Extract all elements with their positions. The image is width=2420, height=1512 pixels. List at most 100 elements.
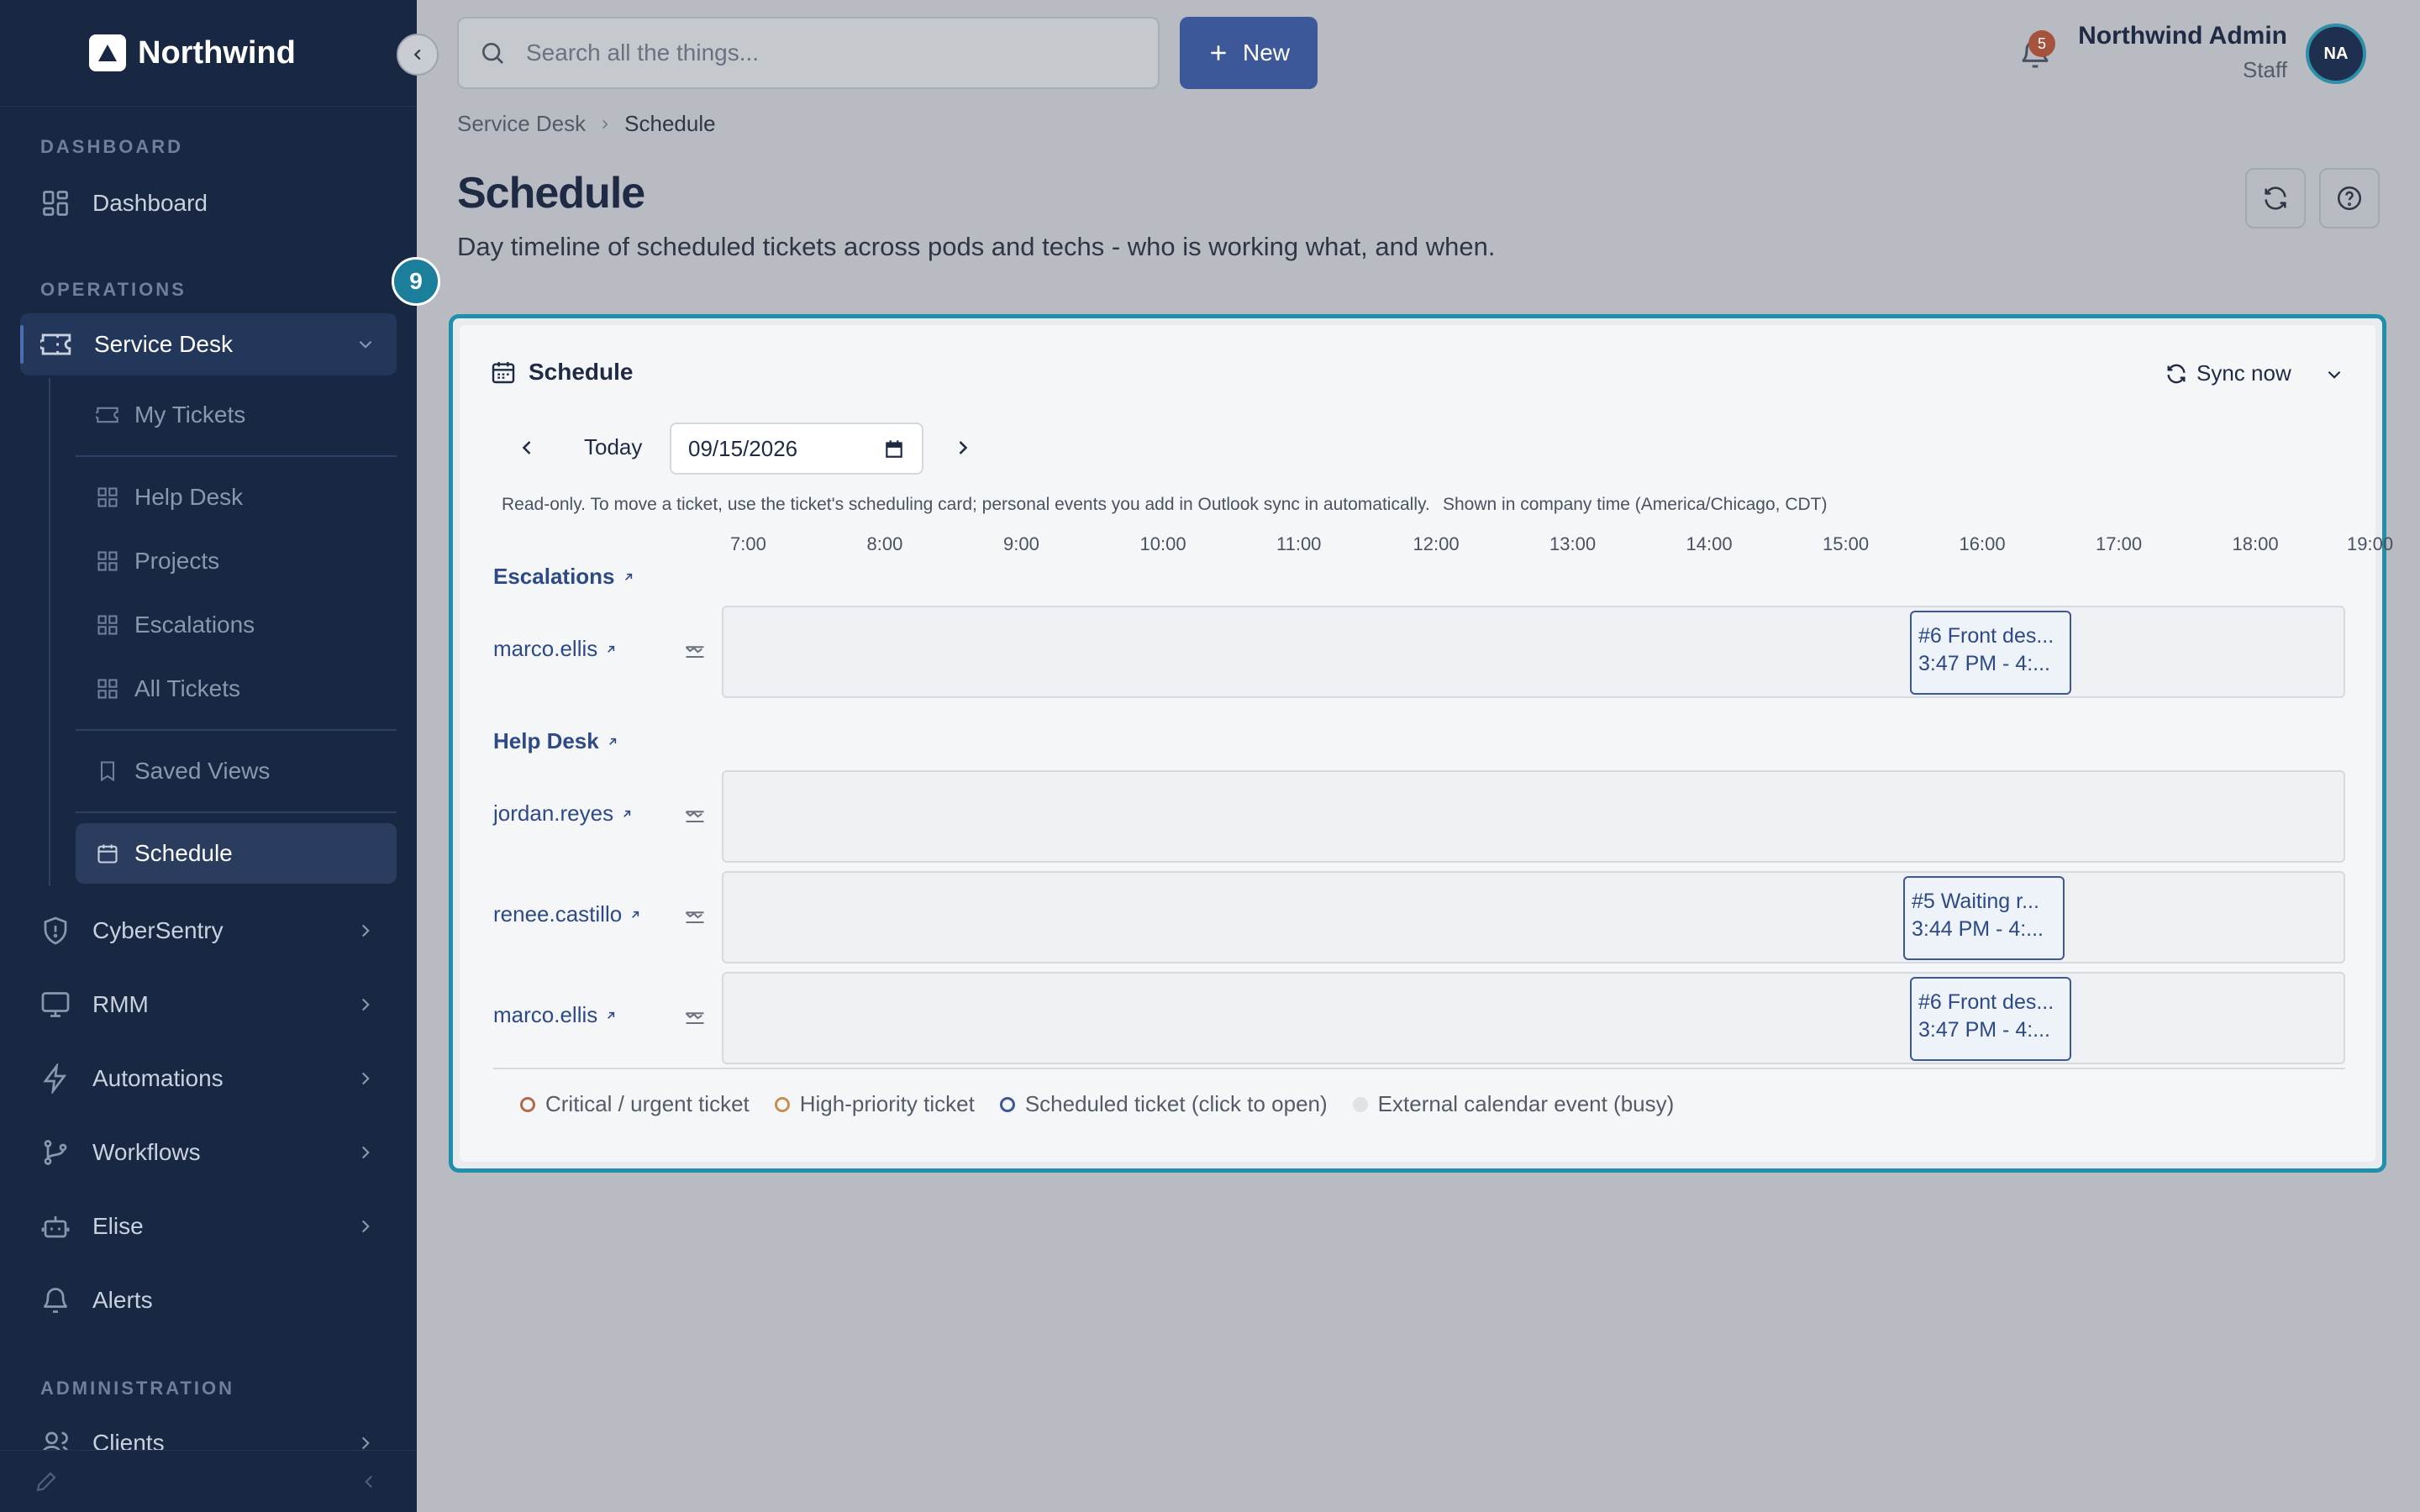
lightning-icon [43, 1063, 67, 1094]
plus-icon [1211, 45, 1226, 60]
section-label-operations: OPERATIONS [40, 279, 187, 300]
submenu-guide-line [49, 378, 50, 886]
global-search[interactable] [457, 17, 1160, 89]
shield-icon [44, 916, 67, 945]
availability-icon[interactable] [683, 804, 707, 827]
timeline-lane: #6 Front des... 3:47 PM - 4:... [722, 606, 2345, 698]
grid-icon [97, 551, 118, 571]
submenu-divider [76, 729, 397, 731]
availability-icon[interactable] [683, 639, 707, 663]
sidebar-item-label: Elise [92, 1213, 144, 1239]
collapse-card-chevron-icon[interactable] [2323, 364, 2345, 386]
sidebar-item-automations[interactable]: Automations [20, 1047, 397, 1110]
tech-label-marco-ellis[interactable]: marco.ellis [493, 636, 618, 662]
brand[interactable]: Northwind [89, 30, 296, 76]
pencil-icon[interactable] [34, 1469, 59, 1494]
ticket-icon [40, 333, 71, 355]
critical-dot-icon [520, 1096, 535, 1112]
calendar-icon [492, 362, 515, 384]
tech-name: jordan.reyes [493, 801, 614, 826]
schedule-card: Schedule Sync now Today 09/15/2026 Read-… [449, 314, 2393, 1173]
calendar-picker-icon[interactable] [883, 438, 905, 459]
sidebar-item-alerts[interactable]: Alerts [20, 1269, 397, 1331]
chevron-right-icon [361, 1220, 370, 1233]
scheduled-ticket-event[interactable]: #6 Front des... 3:47 PM - 4:... [1910, 977, 2071, 1061]
hour-tick-label: 16:00 [1959, 533, 2006, 554]
availability-icon[interactable] [683, 905, 707, 928]
legend-label: Scheduled ticket (click to open) [1024, 1091, 1328, 1116]
hour-tick-label: 11:00 [1276, 533, 1322, 554]
event-time: 3:47 PM - 4:... [1918, 652, 2051, 675]
timeline-lane: #6 Front des... 3:47 PM - 4:... [722, 972, 2345, 1064]
tech-label-renee-castillo[interactable]: renee.castillo [493, 901, 642, 927]
sidebar-item-label: Dashboard [92, 190, 208, 216]
tech-label-marco-ellis[interactable]: marco.ellis [493, 1002, 618, 1028]
sidebar-item-dashboard[interactable]: Dashboard [20, 172, 397, 234]
sidebar-subitem-my-tickets[interactable]: My Tickets [76, 385, 397, 445]
sidebar-item-cybersentry[interactable]: CyberSentry [20, 900, 397, 962]
availability-icon[interactable] [683, 1005, 707, 1029]
grid-icon [97, 679, 118, 699]
tech-label-jordan-reyes[interactable]: jordan.reyes [493, 801, 634, 827]
subitem-label: Escalations [134, 612, 255, 638]
tech-name: marco.ellis [493, 1002, 598, 1027]
timeline-lane: #5 Waiting r... 3:44 PM - 4:... [722, 871, 2345, 963]
today-button[interactable]: Today [584, 434, 642, 460]
schedule-card-body: Schedule Sync now Today 09/15/2026 Read-… [460, 325, 2393, 1162]
hour-tick-label: 14:00 [1686, 533, 1733, 554]
user-name[interactable]: Northwind Admin [2078, 22, 2287, 50]
sidebar-subitem-schedule[interactable]: Schedule [76, 823, 397, 884]
schedule-card-title: Schedule [529, 359, 634, 385]
subitem-label: All Tickets [134, 675, 241, 701]
sidebar-footer [0, 1450, 417, 1512]
sidebar-item-rmm[interactable]: RMM [20, 974, 397, 1036]
legend-label: Critical / urgent ticket [545, 1091, 750, 1116]
sync-now-button[interactable]: Sync now [2165, 360, 2291, 386]
sidebar-item-service-desk[interactable]: Service Desk [20, 313, 397, 375]
sidebar-item-label: CyberSentry [92, 917, 224, 943]
chevron-right-icon [361, 1072, 370, 1085]
sidebar-subitem-all-tickets[interactable]: All Tickets [76, 659, 397, 719]
subitem-label: Saved Views [134, 758, 271, 784]
legend-label: High-priority ticket [799, 1091, 975, 1116]
event-title: #6 Front des... [1918, 990, 2054, 1014]
sidebar-item-workflows[interactable]: Workflows [20, 1121, 397, 1184]
scheduled-ticket-event[interactable]: #5 Waiting r... 3:44 PM - 4:... [1903, 876, 2065, 960]
sidebar-subitem-projects[interactable]: Projects [76, 531, 397, 591]
subitem-label: Projects [134, 548, 220, 574]
hour-tick-label: 17:00 [2096, 533, 2143, 554]
legend-label: External calendar event (busy) [1377, 1091, 1675, 1116]
sidebar-subitem-escalations[interactable]: Escalations [76, 595, 397, 655]
group-label-help-desk[interactable]: Help Desk [493, 728, 619, 754]
breadcrumb-link-service-desk[interactable]: Service Desk [457, 111, 586, 137]
sidebar-item-elise[interactable]: Elise [20, 1195, 397, 1257]
help-circle-icon [2337, 186, 2362, 211]
group-name: Escalations [493, 564, 615, 589]
new-button[interactable]: New [1180, 17, 1318, 89]
chevron-left-icon[interactable] [358, 1471, 380, 1493]
scheduled-ticket-event[interactable]: #6 Front des... 3:47 PM - 4:... [1910, 611, 2071, 695]
section-label-administration: ADMINISTRATION [40, 1378, 235, 1399]
sidebar-subitem-help-desk[interactable]: Help Desk [76, 467, 397, 528]
avatar[interactable]: NA [2306, 24, 2366, 84]
next-day-icon[interactable] [951, 436, 975, 459]
sidebar-collapse-button[interactable] [397, 34, 439, 76]
calendar-icon [97, 844, 118, 864]
hour-tick-label: 12:00 [1413, 533, 1460, 554]
grid-icon [97, 615, 118, 635]
refresh-button[interactable] [2245, 168, 2306, 228]
sidebar-subitem-saved-views[interactable]: Saved Views [76, 741, 397, 801]
readonly-note: Read-only. To move a ticket, use the tic… [502, 495, 1430, 514]
chevron-right-icon [361, 1146, 370, 1159]
help-button[interactable] [2319, 168, 2380, 228]
search-input[interactable] [524, 39, 1116, 67]
prev-day-icon[interactable] [515, 436, 539, 459]
section-label-dashboard: DASHBOARD [40, 136, 183, 157]
scheduled-dot-icon [999, 1096, 1015, 1112]
bookmark-icon [100, 761, 115, 782]
event-title: #6 Front des... [1918, 624, 2054, 648]
schedule-card-header: Schedule [490, 359, 633, 386]
refresh-icon [2265, 186, 2286, 210]
date-picker-input[interactable]: 09/15/2026 [670, 423, 923, 475]
group-label-escalations[interactable]: Escalations [493, 564, 635, 590]
